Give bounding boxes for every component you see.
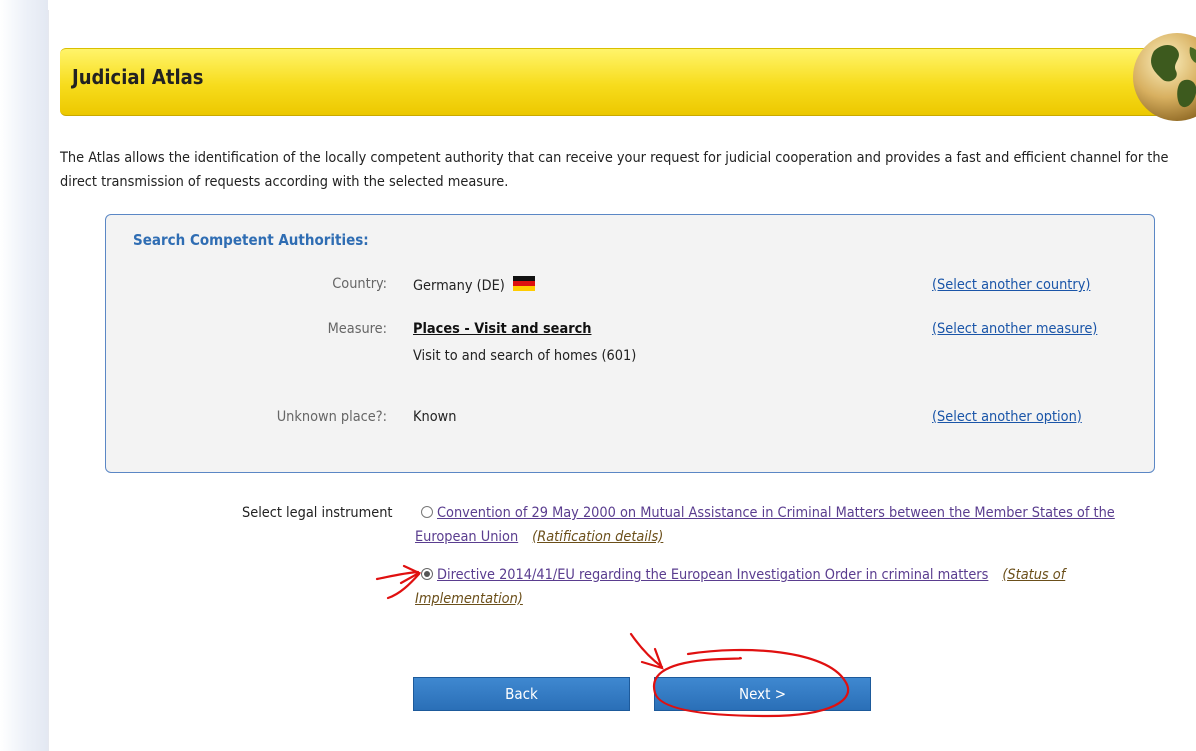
measure-description: Visit to and search of homes (601) [413,348,637,364]
country-label: Country: [332,276,387,292]
flag-germany-icon [512,276,535,291]
legal-option-convention: Convention of 29 May 2000 on Mutual Assi… [415,501,1140,549]
next-button[interactable]: Next > [654,677,871,711]
page-title: Judicial Atlas [72,65,204,89]
page: Judicial Atlas The Atlas allows the iden… [0,0,1196,751]
measure-title-link[interactable]: Places - Visit and search [413,321,591,337]
select-country-link[interactable]: (Select another country) [932,277,1090,293]
ratification-details-link[interactable]: (Ratification details) [532,529,663,545]
measure-label: Measure: [327,321,387,337]
globe-icon [1132,29,1196,125]
unknown-place-value: Known [413,409,457,425]
left-shade [0,0,48,751]
select-option-link[interactable]: (Select another option) [932,409,1082,425]
legal-instrument-label: Select legal instrument [242,505,393,521]
country-value-wrap: Germany (DE) [413,276,535,294]
search-panel: Search Competent Authorities: Country: G… [105,214,1155,473]
radio-directive[interactable] [421,568,433,580]
search-heading: Search Competent Authorities: [133,231,369,249]
arrow-to-radio [375,564,422,600]
legal-option-directive: Directive 2014/41/EU regarding the Europ… [415,563,1140,611]
back-button[interactable]: Back [413,677,630,711]
arrow-to-next [629,632,664,670]
directive-link[interactable]: Directive 2014/41/EU regarding the Europ… [437,567,988,583]
radio-convention[interactable] [421,506,433,518]
country-value: Germany (DE) [413,278,505,294]
convention-link[interactable]: Convention of 29 May 2000 on Mutual Assi… [415,505,1115,545]
select-measure-link[interactable]: (Select another measure) [932,321,1097,337]
unknown-place-label: Unknown place?: [276,409,387,425]
left-divider [48,10,49,751]
title-bar: Judicial Atlas [60,33,1196,121]
intro-text: The Atlas allows the identification of t… [60,150,1169,190]
